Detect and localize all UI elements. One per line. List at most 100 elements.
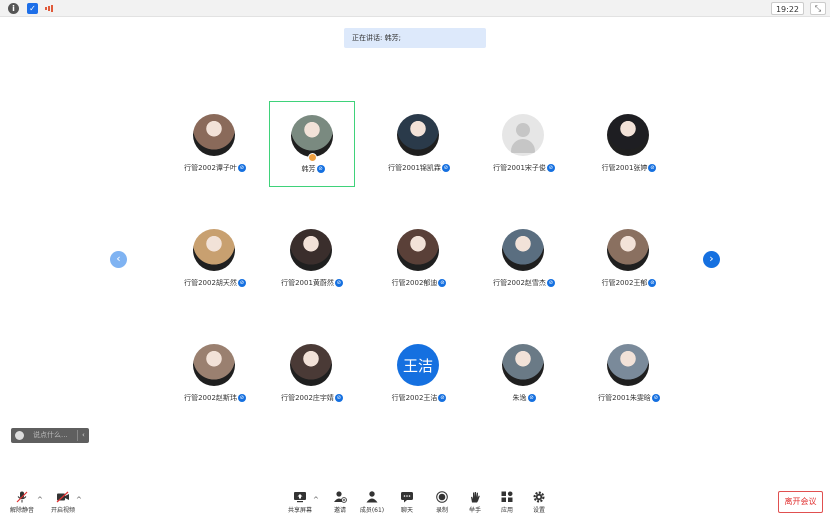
collapse-chat-icon[interactable]: ‹ [82, 428, 85, 443]
avatar [607, 344, 649, 386]
participant-tile[interactable]: 王洁行管2002王洁 ⊘ [376, 331, 462, 417]
audio-status-icon: ⊘ [438, 279, 447, 287]
audio-status-icon: ⊘ [334, 394, 343, 402]
members-icon [366, 491, 378, 503]
participant-name: 行管2001宋子俊 [493, 164, 546, 172]
emoji-icon[interactable] [15, 431, 24, 440]
title-bar: i ✓ 19:22 ⤡ [0, 0, 830, 17]
audio-status-icon: ⊘ [546, 164, 555, 172]
audio-status-icon: ⊘ [648, 279, 657, 287]
participant-name: 行管2002王洁 [391, 394, 438, 402]
participant-name: 行管2001张婷 [601, 164, 648, 172]
participant-name: 行管2001锦凯霖 [388, 164, 441, 172]
audio-status-icon: ⊘ [546, 279, 555, 287]
participant-name: 行管2001黄蔚然 [281, 279, 334, 287]
participant-tile[interactable]: 行管2001张婷 ⊘ [586, 101, 672, 187]
participant-tile[interactable]: 行管2001朱雯晗 ⊘ [586, 331, 672, 417]
chevron-right-icon[interactable]: › [703, 251, 720, 268]
start-video-label: 开启视频 [50, 507, 75, 514]
avatar [193, 114, 235, 156]
share-screen-button[interactable]: 共享屏幕 [285, 491, 315, 514]
leave-meeting-button[interactable]: 离开会议 [778, 491, 823, 513]
participant-tile[interactable]: 行管2002庄宇婧 ⊘ [269, 331, 355, 417]
participant-tile[interactable]: 行管2001宋子俊 ⊘ [481, 101, 567, 187]
hand-icon [471, 492, 480, 503]
participant-tile[interactable]: 行管2002王郁 ⊘ [586, 216, 672, 302]
participant-tile[interactable]: 行管2002郁迪 ⊘ [376, 216, 462, 302]
audio-status-icon: ⊘ [438, 394, 447, 402]
audio-status-icon: ⊘ [237, 394, 246, 402]
audio-status-icon: ⊘ [441, 164, 450, 172]
members-button[interactable]: 成员(61) [357, 491, 387, 514]
avatar [193, 344, 235, 386]
participant-tile[interactable]: 行管2002赵雪杰 ⊘ [481, 216, 567, 302]
info-icon[interactable]: i [8, 3, 19, 14]
video-options-caret[interactable]: ^ [76, 496, 82, 504]
avatar [397, 229, 439, 271]
settings-label: 设置 [532, 507, 545, 514]
participant-tile[interactable]: 行管2002胡天然 ⊘ [172, 216, 258, 302]
chat-label: 聊天 [400, 507, 413, 514]
invite-button[interactable]: 邀请 [325, 491, 355, 514]
chevron-left-icon[interactable]: ‹ [110, 251, 127, 268]
participant-name: 行管2002庄宇婧 [281, 394, 334, 402]
avatar [502, 114, 544, 156]
chat-bubble-icon [401, 492, 413, 503]
participant-name: 行管2002赵雪杰 [493, 279, 546, 287]
participant-name: 行管2001朱雯晗 [598, 394, 651, 402]
apps-label: 应用 [500, 507, 513, 514]
avatar [397, 114, 439, 156]
share-options-caret[interactable]: ^ [313, 496, 319, 504]
share-screen-icon [294, 492, 306, 503]
avatar [290, 344, 332, 386]
participant-name-row: 行管2002王郁 ⊘ [566, 278, 692, 288]
microphone-muted-icon [16, 491, 28, 503]
participant-name-row: 行管2001朱雯晗 ⊘ [566, 393, 692, 403]
participant-name: 行管2002郁迪 [391, 279, 438, 287]
audio-options-caret[interactable]: ^ [37, 496, 43, 504]
speaking-icon [308, 153, 317, 162]
shield-icon[interactable]: ✓ [27, 3, 38, 14]
avatar [607, 229, 649, 271]
unmute-button[interactable]: 解除静音 [7, 491, 37, 514]
start-video-button[interactable]: 开启视频 [48, 491, 78, 514]
avatar [502, 229, 544, 271]
chat-placeholder: 说点什么... [33, 431, 68, 439]
participant-name: 行管2002赵斯玮 [184, 394, 237, 402]
audio-status-icon: ⊘ [648, 164, 657, 172]
participant-tile[interactable]: 朱逸 ⊘ [481, 331, 567, 417]
exit-fullscreen-icon[interactable]: ⤡ [810, 2, 826, 15]
divider [77, 430, 78, 441]
apps-grid-icon [501, 491, 513, 502]
apps-button[interactable]: 应用 [492, 491, 522, 514]
record-button[interactable]: 录制 [427, 491, 457, 514]
chat-button[interactable]: 聊天 [392, 491, 422, 514]
audio-status-icon: ⊘ [237, 164, 246, 172]
participant-tile[interactable]: 行管2001锦凯霖 ⊘ [376, 101, 462, 187]
avatar [291, 115, 333, 157]
participant-name: 行管2002王郁 [601, 279, 648, 287]
audio-status-icon: ⊘ [316, 165, 325, 173]
participant-name-row: 行管2001张婷 ⊘ [566, 163, 692, 173]
audio-status-icon: ⊘ [237, 279, 246, 287]
participant-tile[interactable]: 行管2002赵斯玮 ⊘ [172, 331, 258, 417]
avatar: 王洁 [397, 344, 439, 386]
settings-button[interactable]: 设置 [524, 491, 554, 514]
participant-tile[interactable]: 韩芳 ⊘ [269, 101, 355, 187]
avatar [193, 229, 235, 271]
camera-off-icon [56, 491, 69, 503]
participant-tile[interactable]: 行管2001黄蔚然 ⊘ [269, 216, 355, 302]
raise-hand-label: 举手 [468, 507, 481, 514]
unmute-label: 解除静音 [9, 507, 34, 514]
raise-hand-button[interactable]: 举手 [460, 491, 490, 514]
record-label: 录制 [435, 507, 448, 514]
quick-chat-input[interactable]: 说点什么... ‹ [11, 428, 89, 443]
audio-status-icon: ⊘ [651, 394, 660, 402]
gear-icon [533, 491, 545, 503]
members-label: 成员(61) [359, 507, 385, 514]
audio-status-icon: ⊘ [527, 394, 536, 402]
invite-label: 邀请 [333, 507, 346, 514]
participant-tile[interactable]: 行管2002谭子叶 ⊘ [172, 101, 258, 187]
signal-icon[interactable] [44, 3, 55, 14]
participant-name: 行管2002胡天然 [184, 279, 237, 287]
